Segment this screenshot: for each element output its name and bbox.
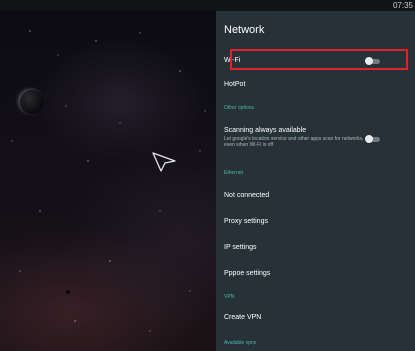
ethernet-item-ip-settings[interactable]: IP settings (216, 239, 415, 259)
scanning-toggle-thumb (365, 135, 373, 143)
status-bar: 07:35 (0, 0, 415, 11)
panel-title: Network (224, 24, 265, 36)
network-settings-panel: Network Wi-Fi HotPot Other options Scann… (216, 11, 415, 351)
scanning-description: Let google's location service and other … (224, 136, 364, 148)
scanning-row[interactable]: Scanning always available Let google's l… (216, 123, 415, 157)
other-options-header: Other options (224, 105, 255, 111)
ethernet-item-label: Pppoe settings (224, 270, 271, 277)
hotpot-label: HotPot (224, 81, 246, 88)
scanning-label: Scanning always available (224, 127, 307, 134)
ethernet-item-pppoe-settings[interactable]: Pppoe settings (216, 265, 415, 285)
ethernet-item-label: IP settings (224, 244, 257, 251)
hotpot-row[interactable]: HotPot (216, 75, 415, 93)
ethernet-item-not-connected[interactable]: Not connected (216, 187, 415, 207)
scanning-toggle[interactable] (365, 135, 381, 143)
mouse-pointer-icon (152, 152, 176, 172)
status-clock: 07:35 (392, 1, 413, 10)
ethernet-item-proxy-settings[interactable]: Proxy settings (216, 213, 415, 233)
create-vpn-label: Create VPN (224, 314, 262, 321)
vpn-header: VPN (224, 294, 235, 300)
ethernet-header: Ethernet (224, 170, 243, 176)
wifi-highlight-box (230, 49, 408, 70)
available-vpns-header: Available vpns (224, 340, 257, 346)
create-vpn-row[interactable]: Create VPN (216, 309, 415, 329)
ethernet-item-label: Not connected (224, 192, 270, 199)
planet-icon (20, 90, 44, 114)
ethernet-item-label: Proxy settings (224, 218, 268, 225)
